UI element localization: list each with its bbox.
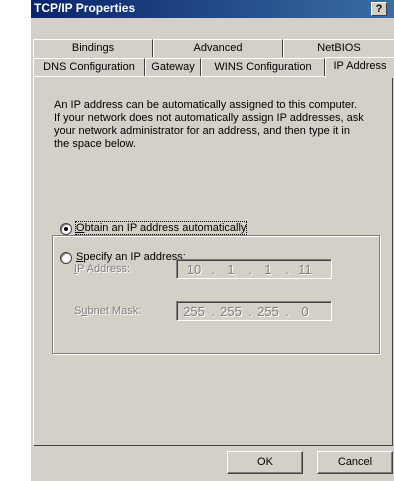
specify-ip-label[interactable]: Specify an IP address: <box>76 251 186 263</box>
mask-octet-2[interactable]: 255 <box>216 304 246 319</box>
obtain-ip-accel: O <box>76 222 85 234</box>
subnet-mask-field[interactable]: 255 . 255 . 255 . 0 <box>176 301 332 321</box>
window-title: TCP/IP Properties <box>34 1 136 15</box>
tab-dns-configuration[interactable]: DNS Configuration <box>33 58 145 76</box>
specify-ip-label-rest: pecify an IP address: <box>83 251 186 263</box>
tab-advanced[interactable]: Advanced <box>153 39 283 57</box>
ip-octet-1[interactable]: 10 <box>179 262 209 277</box>
title-bar[interactable]: TCP/IP Properties ? <box>31 0 394 18</box>
mask-octet-4[interactable]: 0 <box>290 304 320 319</box>
ip-octet-3[interactable]: 1 <box>253 262 283 277</box>
subnet-mask-label: Subnet Mask: <box>74 305 141 317</box>
obtain-ip-radio[interactable] <box>60 223 72 235</box>
mask-octet-3[interactable]: 255 <box>253 304 283 319</box>
obtain-ip-label[interactable]: Obtain an IP address automatically <box>74 221 248 235</box>
description-text: An IP address can be automatically assig… <box>54 99 364 150</box>
mask-octet-1[interactable]: 255 <box>179 304 209 319</box>
tab-wins-configuration[interactable]: WINS Configuration <box>201 58 325 76</box>
tcpip-properties-dialog: TCP/IP Properties ? Bindings Advanced Ne… <box>30 0 394 481</box>
tab-netbios[interactable]: NetBIOS <box>283 39 394 57</box>
subnet-mask-label-rest: bnet Mask: <box>87 305 142 317</box>
ip-address-label-rest: P Address: <box>77 263 131 275</box>
obtain-ip-label-rest: btain an IP address automatically <box>84 222 247 234</box>
cancel-button[interactable]: Cancel <box>317 451 393 474</box>
ip-octet-2[interactable]: 1 <box>216 262 246 277</box>
ip-address-label: IP Address: <box>74 263 130 275</box>
specify-ip-radio[interactable] <box>60 252 72 264</box>
ok-button[interactable]: OK <box>227 451 303 474</box>
tab-bindings[interactable]: Bindings <box>33 39 153 57</box>
ip-address-field[interactable]: 10 . 1 . 1 . 11 <box>176 259 332 279</box>
tab-gateway[interactable]: Gateway <box>145 58 201 76</box>
tab-ip-address[interactable]: IP Address <box>325 57 394 78</box>
radio-selected-dot <box>64 227 68 231</box>
ip-octet-4[interactable]: 11 <box>290 262 320 277</box>
help-button[interactable]: ? <box>371 2 387 16</box>
ip-address-panel: An IP address can be automatically assig… <box>33 76 393 446</box>
